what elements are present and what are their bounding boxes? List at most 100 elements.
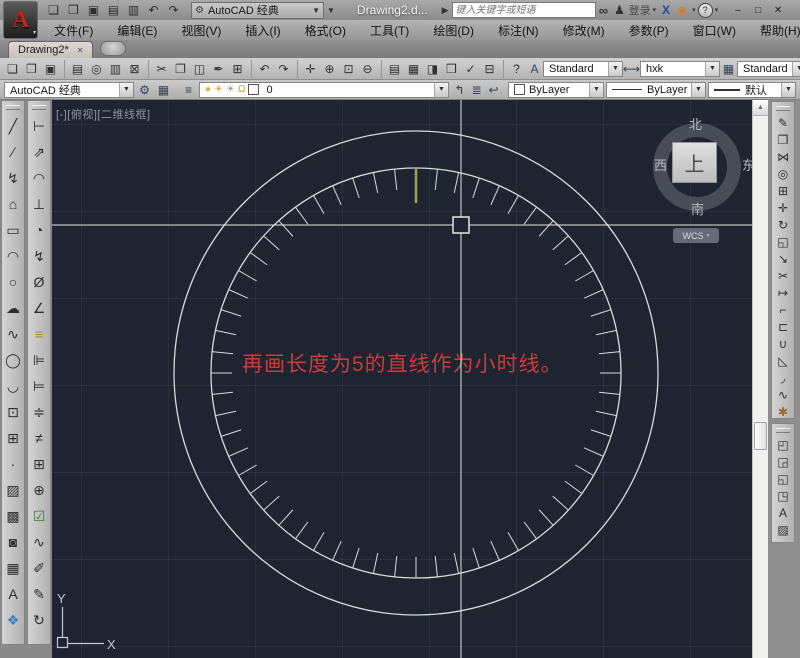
- rectangle-button[interactable]: ▭: [2, 217, 24, 243]
- revision-cloud-button[interactable]: ☁: [2, 295, 24, 321]
- explode-button[interactable]: ✱: [772, 403, 794, 420]
- ellipse-button[interactable]: ◯: [2, 347, 24, 373]
- toolbar-grip[interactable]: [6, 105, 20, 110]
- dimension-update-button[interactable]: ↻: [28, 607, 50, 633]
- menu-item[interactable]: 窗口(W): [681, 20, 748, 40]
- linear-dimension-button[interactable]: ⊢: [28, 113, 50, 139]
- viewcube[interactable]: 北 西 东 南 上 WCS ▾: [653, 113, 752, 247]
- jogged-dimension-button[interactable]: ↯: [28, 243, 50, 269]
- dimension-break-button[interactable]: ≠: [28, 425, 50, 451]
- menu-item[interactable]: 修改(M): [551, 20, 617, 40]
- baseline-dimension-button[interactable]: ⊫: [28, 347, 50, 373]
- layer-on-icon[interactable]: ●: [205, 84, 211, 95]
- radius-dimension-button[interactable]: ◔: [28, 217, 50, 243]
- export-dwf-button[interactable]: ⊠: [125, 60, 144, 78]
- paste-button[interactable]: ◫: [190, 60, 209, 78]
- layer-combo-arrow-icon[interactable]: ▼: [434, 83, 448, 97]
- bring-above-objects-button[interactable]: ◱: [772, 470, 794, 487]
- region-button[interactable]: ◙: [2, 529, 24, 555]
- maximize-button[interactable]: □: [750, 4, 766, 17]
- ellipse-arc-button[interactable]: ◡: [2, 373, 24, 399]
- viewcube-west-label[interactable]: 西: [654, 155, 667, 174]
- infocenter-search-input[interactable]: [452, 2, 596, 18]
- lineweight-combo-arrow-icon[interactable]: ▼: [781, 83, 795, 97]
- text-style-icon[interactable]: A: [526, 60, 543, 77]
- help-dropdown-icon[interactable]: ▾: [715, 6, 719, 14]
- properties-button[interactable]: ▤: [381, 60, 404, 78]
- table-style-combo[interactable]: Standard ▼: [737, 61, 800, 77]
- save-button[interactable]: ▣: [41, 60, 60, 78]
- add-selected-button[interactable]: ❖: [2, 607, 24, 633]
- quick-dimension-button[interactable]: ≡: [28, 321, 50, 347]
- menu-item[interactable]: 文件(F): [42, 20, 105, 40]
- open-button[interactable]: ❒: [22, 60, 41, 78]
- blend-curves-button[interactable]: ∿: [772, 386, 794, 403]
- jogged-linear-button[interactable]: ∿: [28, 529, 50, 555]
- scroll-up-icon[interactable]: ▲: [753, 100, 768, 116]
- mirror-button[interactable]: ⋈: [772, 148, 794, 165]
- table-style-icon[interactable]: ▦: [720, 60, 737, 77]
- zoom-realtime-button[interactable]: ⊕: [320, 60, 339, 78]
- qat-save-as-button[interactable]: ▤: [104, 2, 123, 18]
- array-button[interactable]: ⊞: [772, 182, 794, 199]
- diameter-dimension-button[interactable]: Ø: [28, 269, 50, 295]
- viewcube-south-label[interactable]: 南: [691, 199, 704, 218]
- break-button[interactable]: ⊏: [772, 318, 794, 335]
- new-button[interactable]: ❏: [3, 60, 22, 78]
- text-style-combo-arrow-icon[interactable]: ▼: [608, 62, 622, 76]
- chamfer-button[interactable]: ◺: [772, 352, 794, 369]
- dimension-style-combo-arrow-icon[interactable]: ▼: [705, 62, 719, 76]
- match-properties-button[interactable]: ✒: [209, 60, 228, 78]
- infocenter-dropdown-icon[interactable]: ▾: [653, 6, 657, 14]
- inspection-button[interactable]: ☑: [28, 503, 50, 529]
- workspace-switch-icon[interactable]: ▦: [155, 81, 172, 98]
- qat-save-button[interactable]: ▣: [84, 2, 103, 18]
- viewport-controls-label[interactable]: [-][俯视][二维线框]: [56, 106, 151, 122]
- tool-palettes-button[interactable]: ◨: [423, 60, 442, 78]
- arc-button[interactable]: ◠: [2, 243, 24, 269]
- layer-previous-button[interactable]: ↩: [485, 81, 502, 98]
- dimension-style-combo[interactable]: hxk ▼: [640, 61, 720, 77]
- table-style-combo-arrow-icon[interactable]: ▼: [792, 62, 800, 76]
- toolbar-grip[interactable]: [32, 105, 46, 110]
- viewcube-top-face[interactable]: 上: [672, 142, 717, 183]
- dimension-text-edit-button[interactable]: ✎: [28, 581, 50, 607]
- circle-button[interactable]: ○: [2, 269, 24, 295]
- undo-button[interactable]: ↶: [251, 60, 274, 78]
- menu-item[interactable]: 插入(I): [233, 20, 292, 40]
- pan-button[interactable]: ✛: [297, 60, 320, 78]
- infocenter-expand-icon[interactable]: ▶: [442, 5, 449, 16]
- dimension-edit-button[interactable]: ✐: [28, 555, 50, 581]
- copy-object-button[interactable]: ❐: [772, 131, 794, 148]
- menu-item[interactable]: 帮助(H): [748, 20, 800, 40]
- file-tab-drawing2[interactable]: Drawing2* ✕: [8, 41, 93, 58]
- qat-undo-button[interactable]: ↶: [144, 2, 163, 18]
- extend-button[interactable]: ↦: [772, 284, 794, 301]
- text-to-front-button[interactable]: A: [772, 504, 794, 521]
- center-mark-button[interactable]: ⊕: [28, 477, 50, 503]
- viewcube-north-label[interactable]: 北: [689, 114, 702, 133]
- zoom-window-button[interactable]: ⊡: [339, 60, 358, 78]
- quickcalc-button[interactable]: ⊟: [480, 60, 499, 78]
- make-object-layer-current-button[interactable]: ↰: [451, 81, 468, 98]
- send-under-objects-button[interactable]: ◳: [772, 487, 794, 504]
- dimension-style-icon[interactable]: ⟷: [623, 60, 640, 77]
- table-button[interactable]: ▦: [2, 555, 24, 581]
- workspace-combo-arrow-icon[interactable]: ▼: [119, 83, 133, 97]
- aligned-dimension-button[interactable]: ⇗: [28, 139, 50, 165]
- layer-properties-manager-icon[interactable]: ≡: [180, 81, 197, 98]
- plot-button[interactable]: ▤: [64, 60, 87, 78]
- help-button[interactable]: ?: [503, 60, 526, 78]
- minimize-button[interactable]: –: [730, 4, 746, 17]
- arc-length-dimension-button[interactable]: ◠: [28, 165, 50, 191]
- wcs-selector[interactable]: WCS ▾: [673, 228, 719, 243]
- qat-new-button[interactable]: ❏: [44, 2, 63, 18]
- color-combo-arrow-icon[interactable]: ▼: [589, 83, 603, 97]
- toolbar-grip[interactable]: [776, 106, 790, 111]
- menu-item[interactable]: 编辑(E): [105, 20, 169, 40]
- communication-center-icon[interactable]: ◉: [674, 2, 690, 18]
- markup-set-manager-button[interactable]: ✓: [461, 60, 480, 78]
- new-tab-button[interactable]: [100, 41, 126, 56]
- signin-user-icon[interactable]: ♟: [612, 2, 628, 18]
- menu-item[interactable]: 视图(V): [169, 20, 233, 40]
